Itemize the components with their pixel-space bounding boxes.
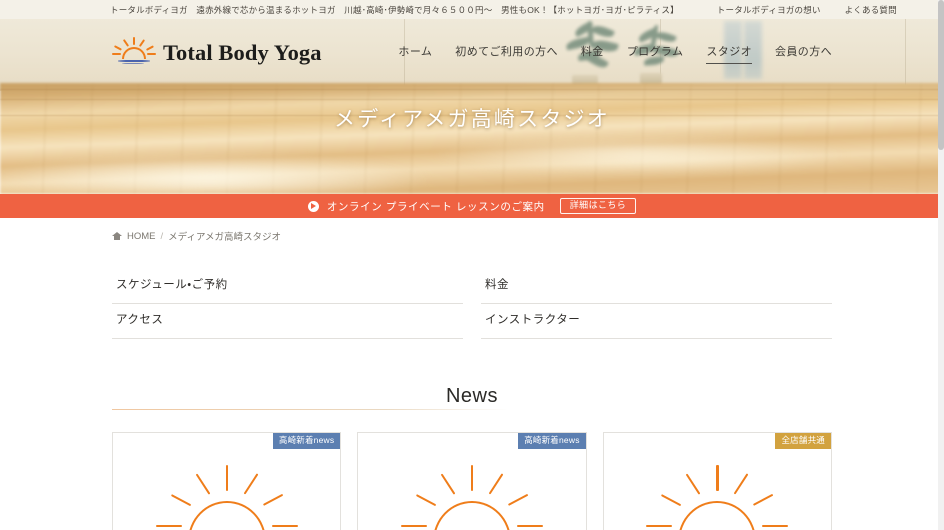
nav-item-program[interactable]: プログラム bbox=[627, 43, 684, 64]
site-header: Total Body Yoga ホーム 初めてご利用の方へ 料金 プログラム ス… bbox=[0, 19, 944, 87]
breadcrumb: HOME / メディアメガ高崎スタジオ bbox=[0, 218, 944, 243]
sun-over-water-icon bbox=[397, 463, 547, 530]
quick-link-instructor[interactable]: インストラクター bbox=[481, 304, 832, 339]
scrollbar-thumb[interactable] bbox=[938, 0, 944, 150]
page-scrollbar[interactable] bbox=[938, 0, 944, 530]
topbar-link-philosophy[interactable]: トータルボディヨガの想い bbox=[717, 4, 821, 16]
topbar-right-links: トータルボディヨガの想い よくある質問 bbox=[717, 4, 897, 16]
news-card[interactable]: 全店舗共通 bbox=[602, 432, 832, 530]
home-icon bbox=[112, 231, 122, 241]
cta-detail-button[interactable]: 詳細はこちら bbox=[559, 197, 637, 215]
page-root: トータルボディヨガ 遠赤外線で芯から温まるホットヨガ 川越･高崎･伊勢崎で月々６… bbox=[0, 0, 944, 530]
nav-item-members[interactable]: 会員の方へ bbox=[775, 43, 832, 64]
sun-over-water-icon bbox=[152, 463, 302, 530]
news-divider-rule bbox=[112, 409, 832, 410]
quick-links-grid: スケジュール・ご予約 料金 アクセス インストラクター bbox=[112, 269, 832, 339]
quick-link-pricing[interactable]: 料金 bbox=[481, 269, 832, 304]
sun-over-water-icon bbox=[642, 463, 792, 530]
nav-item-pricing[interactable]: 料金 bbox=[581, 43, 604, 64]
topbar-tagline: トータルボディヨガ 遠赤外線で芯から温まるホットヨガ 川越･高崎･伊勢崎で月々６… bbox=[110, 4, 679, 15]
breadcrumb-separator: / bbox=[160, 230, 164, 242]
breadcrumb-current: メディアメガ高崎スタジオ bbox=[168, 232, 282, 243]
quick-link-access[interactable]: アクセス bbox=[112, 304, 463, 339]
nav-item-home[interactable]: ホーム bbox=[398, 43, 432, 64]
top-utility-bar: トータルボディヨガ 遠赤外線で芯から温まるホットヨガ 川越･高崎･伊勢崎で月々６… bbox=[0, 0, 944, 19]
logo-wordmark: Total Body Yoga bbox=[163, 40, 322, 65]
quick-link-schedule[interactable]: スケジュール・ご予約 bbox=[112, 269, 463, 304]
site-logo[interactable]: Total Body Yoga bbox=[112, 36, 322, 70]
sun-over-water-icon bbox=[112, 36, 156, 70]
news-card-list: 高崎新着news 高崎新着news 全店舗共通 bbox=[112, 432, 832, 530]
floor-light-reflection bbox=[0, 83, 944, 194]
cta-banner-text: オンライン プライベート レッスンのご案内 bbox=[326, 200, 545, 213]
topbar-link-faq[interactable]: よくある質問 bbox=[845, 4, 897, 16]
online-lesson-banner[interactable]: オンライン プライベート レッスンのご案内 詳細はこちら bbox=[0, 194, 944, 218]
news-card[interactable]: 高崎新着news bbox=[357, 432, 587, 530]
news-section-header: News bbox=[0, 385, 944, 410]
news-card-badge: 高崎新着news bbox=[518, 433, 586, 449]
hero-banner: Total Body Yoga ホーム 初めてご利用の方へ 料金 プログラム ス… bbox=[0, 19, 944, 194]
news-card-badge: 全店舗共通 bbox=[775, 433, 831, 449]
topbar-left-group: トータルボディヨガ 遠赤外線で芯から温まるホットヨガ 川越･高崎･伊勢崎で月々６… bbox=[110, 4, 679, 16]
play-circle-icon bbox=[307, 200, 319, 212]
nav-item-first-time[interactable]: 初めてご利用の方へ bbox=[455, 43, 558, 64]
nav-item-studio[interactable]: スタジオ bbox=[706, 43, 752, 64]
news-card[interactable]: 高崎新着news bbox=[112, 432, 342, 530]
main-navigation: ホーム 初めてご利用の方へ 料金 プログラム スタジオ 会員の方へ bbox=[398, 43, 832, 64]
hero-page-title: メディアメガ高崎スタジオ bbox=[334, 108, 610, 131]
news-heading: News bbox=[429, 385, 514, 408]
breadcrumb-home-link[interactable]: HOME bbox=[127, 231, 156, 242]
news-card-badge: 高崎新着news bbox=[272, 433, 341, 449]
